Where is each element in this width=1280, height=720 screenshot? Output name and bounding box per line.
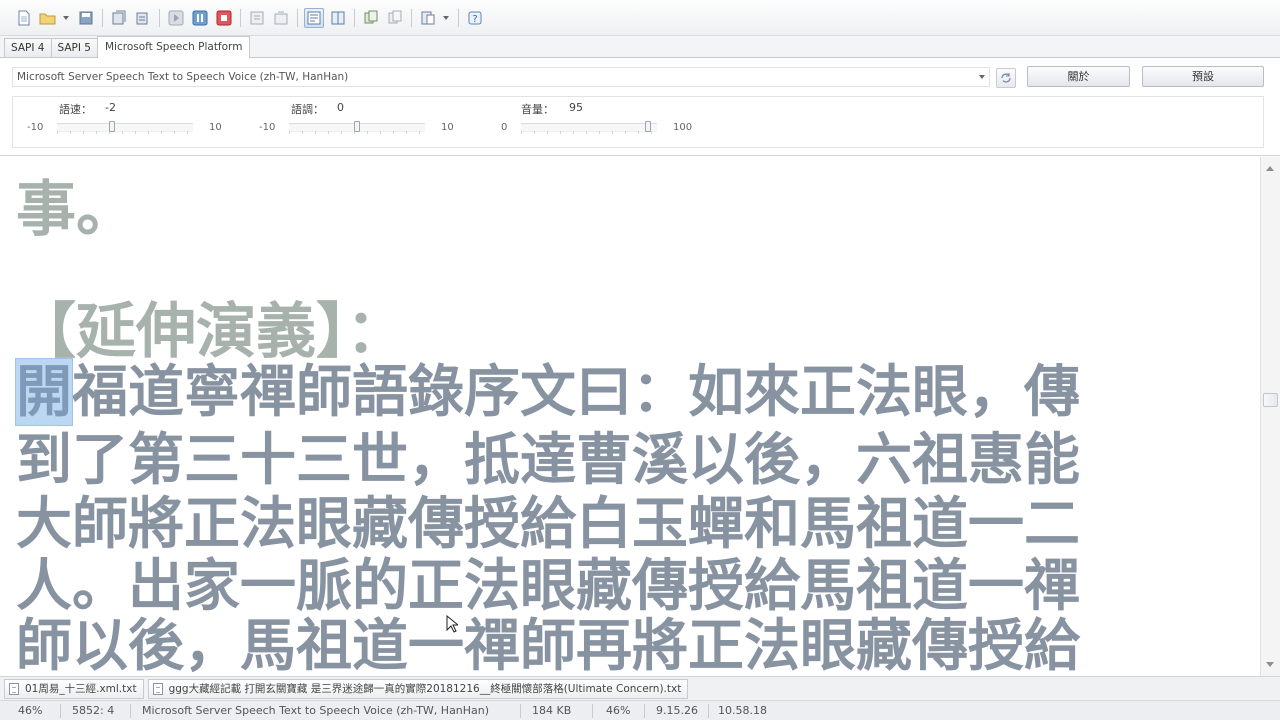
volume-label: 音量： [521,103,554,116]
split-view-icon[interactable] [328,8,348,28]
svg-text:?: ? [472,14,477,25]
volume-slider-thumb[interactable] [645,121,651,132]
volume-min: 0 [501,122,508,133]
about-button[interactable]: 關於 [1027,66,1130,87]
toolbar-separator [240,8,241,27]
voice-panel: Microsoft Server Speech Text to Speech V… [0,58,1280,156]
rate-slider-thumb[interactable] [109,121,115,132]
toolbar-separator [297,8,298,27]
help-icon[interactable]: ? [465,8,485,28]
vertical-scrollbar[interactable] [1260,157,1280,676]
refresh-icon [1001,73,1011,83]
chevron-down-icon [979,75,985,79]
status-time-total: 10.58.18 [718,704,767,717]
voice-select-value: Microsoft Server Speech Text to Speech V… [17,71,349,83]
pitch-value: 0 [337,101,344,114]
volume-ticks [521,131,657,134]
mouse-cursor-icon [446,615,458,633]
word-wrap-icon[interactable] [304,7,324,28]
status-separator [520,704,521,718]
status-separator [592,704,593,718]
speak-selection-icon[interactable] [133,8,153,28]
stop-icon[interactable] [214,8,234,28]
default-button[interactable]: 預設 [1142,66,1264,87]
toolbar-separator [159,8,160,27]
status-voice: Microsoft Server Speech Text to Speech V… [142,704,490,717]
tab-sapi5[interactable]: SAPI 5 [50,38,98,57]
editor-line: 事。 [16,175,136,245]
open-folder-icon[interactable] [38,8,58,28]
status-position: 5852: 4 [72,704,115,717]
file-tab-label: 01周易_十三經.xml.txt [25,683,137,695]
voice-sliders: 語速： -2 -10 10 語調： 0 -10 10 音量： 95 0 100 [12,96,1264,148]
voice-select[interactable]: Microsoft Server Speech Text to Speech V… [12,67,990,87]
status-bar: 46% 5852: 4 Microsoft Server Speech Text… [0,700,1280,720]
status-zoom: 46% [18,704,43,717]
scroll-up-icon[interactable] [1266,166,1274,171]
toolbar-separator [354,8,355,27]
open-dropdown-icon[interactable] [62,8,70,28]
text-editor[interactable]: 事。 【延伸演義】： 開福道寧禪師語錄序文曰：如來正法眼，傳 到了第三十三世，抵… [0,157,1260,676]
file-tab[interactable]: ggg大藏經記載 打開玄關寶藏 是三界迷途歸一真的實際20181216__終極關… [147,678,689,699]
rate-label: 語速： [59,103,92,116]
toolbar-separator [411,8,412,27]
speak-all-icon[interactable] [109,8,129,28]
refresh-voices-button[interactable] [996,68,1016,88]
status-separator [60,704,61,718]
voice-settings-dropdown-icon[interactable] [442,8,450,28]
file-tab[interactable]: 01周易_十三經.xml.txt [4,678,144,699]
tab-sapi4[interactable]: SAPI 4 [4,38,52,57]
main-toolbar: ? [0,0,1280,36]
document-icon [152,682,163,695]
editor-line: 懷讓禪師，懷讓禪師以後，道局成為天下人 [16,661,1080,676]
scroll-down-icon[interactable] [1266,662,1274,667]
rate-max: 10 [209,122,222,133]
scrollbar-thumb[interactable] [1263,393,1278,407]
convert-icon[interactable] [247,8,267,28]
tab-speech-platform[interactable]: Microsoft Speech Platform [97,36,251,58]
pitch-slider[interactable] [289,121,425,134]
pitch-max: 10 [441,122,454,133]
save-icon[interactable] [76,8,96,28]
status-separator [644,704,645,718]
status-separator [708,704,709,718]
status-size: 184 KB [532,704,572,717]
document-icon [9,682,19,695]
rate-min: -10 [27,122,44,133]
volume-max: 100 [673,122,693,133]
status-time-elapsed: 9.15.26 [656,704,698,717]
volume-value: 95 [569,101,583,114]
voice-settings-icon[interactable] [418,8,438,28]
pause-icon[interactable] [190,8,210,28]
new-document-icon[interactable] [14,8,34,28]
rate-value: -2 [105,101,116,114]
pitch-min: -10 [259,122,276,133]
convert-split-icon[interactable] [271,8,291,28]
left-align-icon[interactable] [361,8,381,28]
right-align-icon[interactable] [385,8,405,28]
file-tabs: 01周易_十三經.xml.txt ggg大藏經記載 打開玄關寶藏 是三界迷途歸一… [0,676,1280,700]
status-percent: 46% [606,704,631,717]
toolbar-separator [458,8,459,27]
rate-slider[interactable] [57,121,193,134]
pitch-label: 語調： [291,103,324,116]
volume-slider[interactable] [521,121,657,134]
status-separator [130,704,131,718]
play-icon[interactable] [166,8,186,28]
engine-tabs: SAPI 4 SAPI 5 Microsoft Speech Platform [0,36,1280,58]
toolbar-separator [102,8,103,27]
pitch-slider-thumb[interactable] [354,121,360,132]
file-tab-label: ggg大藏經記載 打開玄關寶藏 是三界迷途歸一真的實際20181216__終極關… [168,683,682,695]
rate-ticks [57,131,193,134]
